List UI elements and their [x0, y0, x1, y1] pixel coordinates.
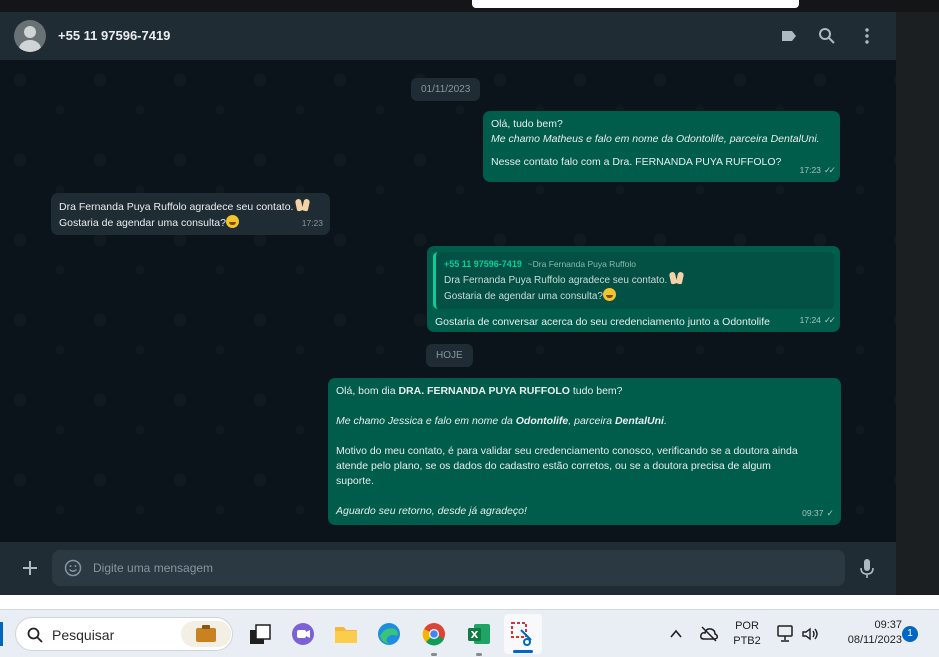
message-text: Gostaria de agendar uma consulta? [59, 217, 226, 229]
message-text: . [663, 415, 667, 427]
quote-author: +55 11 97596-7419 [444, 259, 522, 269]
message-list[interactable]: 01/11/2023 Olá, tudo bem? Me chamo Mathe… [0, 60, 896, 542]
message-time: 17:23 [301, 218, 323, 228]
message-text: Gostaria de conversar acerca do seu cred… [435, 316, 771, 328]
message-meta: 09:37 ✓ [802, 506, 834, 521]
message-text: Motivo do meu contato, é para validar se… [336, 445, 798, 457]
window-gap [0, 595, 939, 609]
chrome-browser-icon[interactable] [420, 620, 448, 648]
top-strip [0, 0, 939, 12]
message-outgoing-reply[interactable]: +55 11 97596-7419 ~Dra Fernanda Puya Ruf… [427, 246, 840, 332]
message-meta: 17:23 ✓✓ [799, 163, 836, 178]
message-outgoing[interactable]: Olá, tudo bem? Me chamo Matheus e falo e… [483, 111, 840, 182]
keyboard-layout: PTB2 [733, 635, 761, 647]
network-icon[interactable] [776, 624, 794, 644]
message-text: , parceira [568, 415, 615, 427]
message-text: Me chamo Jessica e falo em nome da [336, 415, 516, 427]
message-text: Olá, bom dia [336, 385, 399, 397]
message-input[interactable]: Digite uma mensagem [52, 550, 845, 586]
message-time: 09:37 [802, 508, 824, 518]
double-check-icon: ✓✓ [823, 315, 836, 325]
message-time: 17:23 [799, 165, 821, 175]
check-icon: ✓ [826, 508, 834, 518]
search-icon[interactable] [817, 26, 837, 46]
quoted-message[interactable]: +55 11 97596-7419 ~Dra Fernanda Puya Ruf… [433, 252, 834, 309]
taskbar-search[interactable]: Pesquisar [15, 617, 233, 651]
message-text: suporte. [336, 475, 374, 487]
grimacing-emoji-icon [603, 288, 616, 301]
message-text-bold: DentalUni [614, 415, 664, 427]
taskbar: Pesquisar X POR PTB2 09:37 08/11/2023 1 [0, 609, 939, 657]
start-edge [0, 622, 3, 646]
clock[interactable]: 09:37 08/11/2023 [828, 619, 902, 646]
snipping-tool-tile[interactable] [504, 614, 542, 654]
whatsapp-window: +55 11 97596-7419 01/11/2023 Olá, tudo b… [0, 12, 896, 595]
message-placeholder: Digite uma mensagem [93, 561, 214, 575]
message-text-bold: DRA. FERNANDA PUYA RUFFOLO [398, 385, 570, 397]
raised-hands-icon [670, 272, 684, 284]
clock-time: 09:37 [874, 619, 902, 631]
message-text: Me chamo Matheus e falo em nome da Odont… [491, 133, 820, 145]
file-explorer-icon[interactable] [332, 620, 360, 648]
microphone-icon[interactable] [858, 558, 876, 580]
avatar[interactable] [14, 20, 46, 52]
composer: Digite uma mensagem [0, 542, 896, 595]
message-time: 17:24 [799, 315, 821, 325]
chevron-up-icon[interactable] [669, 627, 683, 641]
input-language[interactable]: POR PTB2 [729, 620, 765, 647]
message-text: Dra Fernanda Puya Ruffolo agradece seu c… [59, 201, 294, 213]
message-text: Olá, tudo bem? [491, 118, 563, 130]
date-pill: HOJE [426, 344, 473, 367]
message-text: tudo bem? [569, 385, 623, 397]
message-outgoing[interactable]: Olá, bom dia DRA. FERNANDA PUYA RUFFOLO … [328, 378, 841, 525]
menu-icon[interactable] [857, 26, 877, 46]
message-text: atende pelo plano, se os dados do cadast… [336, 460, 771, 472]
svg-text:X: X [471, 630, 479, 641]
contact-name[interactable]: +55 11 97596-7419 [58, 28, 170, 43]
desktop-gap [896, 12, 939, 595]
date-pill: 01/11/2023 [411, 78, 481, 101]
edge-browser-icon[interactable] [375, 620, 403, 648]
message-text: Nesse contato falo com a Dra. FERNANDA P… [491, 156, 782, 168]
message-meta: 17:24 ✓✓ [799, 313, 836, 328]
briefcase-icon [181, 621, 231, 647]
notification-badge[interactable]: 1 [902, 626, 918, 642]
quote-text: Gostaria de agendar uma consulta? [444, 291, 603, 302]
label-icon[interactable] [779, 26, 799, 46]
message-text-bold: Odontolife [515, 415, 569, 427]
quote-text: Dra Fernanda Puya Ruffolo agradece seu c… [444, 275, 668, 286]
search-label: Pesquisar [52, 627, 115, 643]
task-view-icon[interactable] [246, 620, 274, 648]
message-text: Aguardo seu retorno, desde já agradeço! [336, 505, 527, 517]
video-chat-icon[interactable] [289, 620, 317, 648]
cloud-offline-icon[interactable] [699, 624, 719, 644]
chat-header: +55 11 97596-7419 [0, 12, 896, 60]
running-indicator [476, 653, 482, 656]
snipping-tool-icon [511, 622, 532, 646]
grimacing-emoji-icon [225, 215, 239, 228]
volume-icon[interactable] [800, 624, 820, 644]
message-meta: 17:23 [302, 216, 323, 231]
running-indicator [431, 653, 437, 656]
search-icon [27, 627, 43, 643]
double-check-icon: ✓✓ [823, 165, 836, 175]
attach-plus-icon[interactable] [18, 556, 42, 580]
language-code: POR [735, 620, 759, 632]
clock-date: 08/11/2023 [847, 634, 902, 646]
excel-icon[interactable]: X [465, 620, 493, 648]
emoji-icon[interactable] [64, 559, 82, 577]
overlay-bar [472, 0, 799, 8]
raised-hands-icon [296, 199, 310, 211]
message-incoming[interactable]: Dra Fernanda Puya Ruffolo agradece seu c… [51, 193, 330, 235]
quote-author-alias: ~Dra Fernanda Puya Ruffolo [527, 259, 636, 269]
